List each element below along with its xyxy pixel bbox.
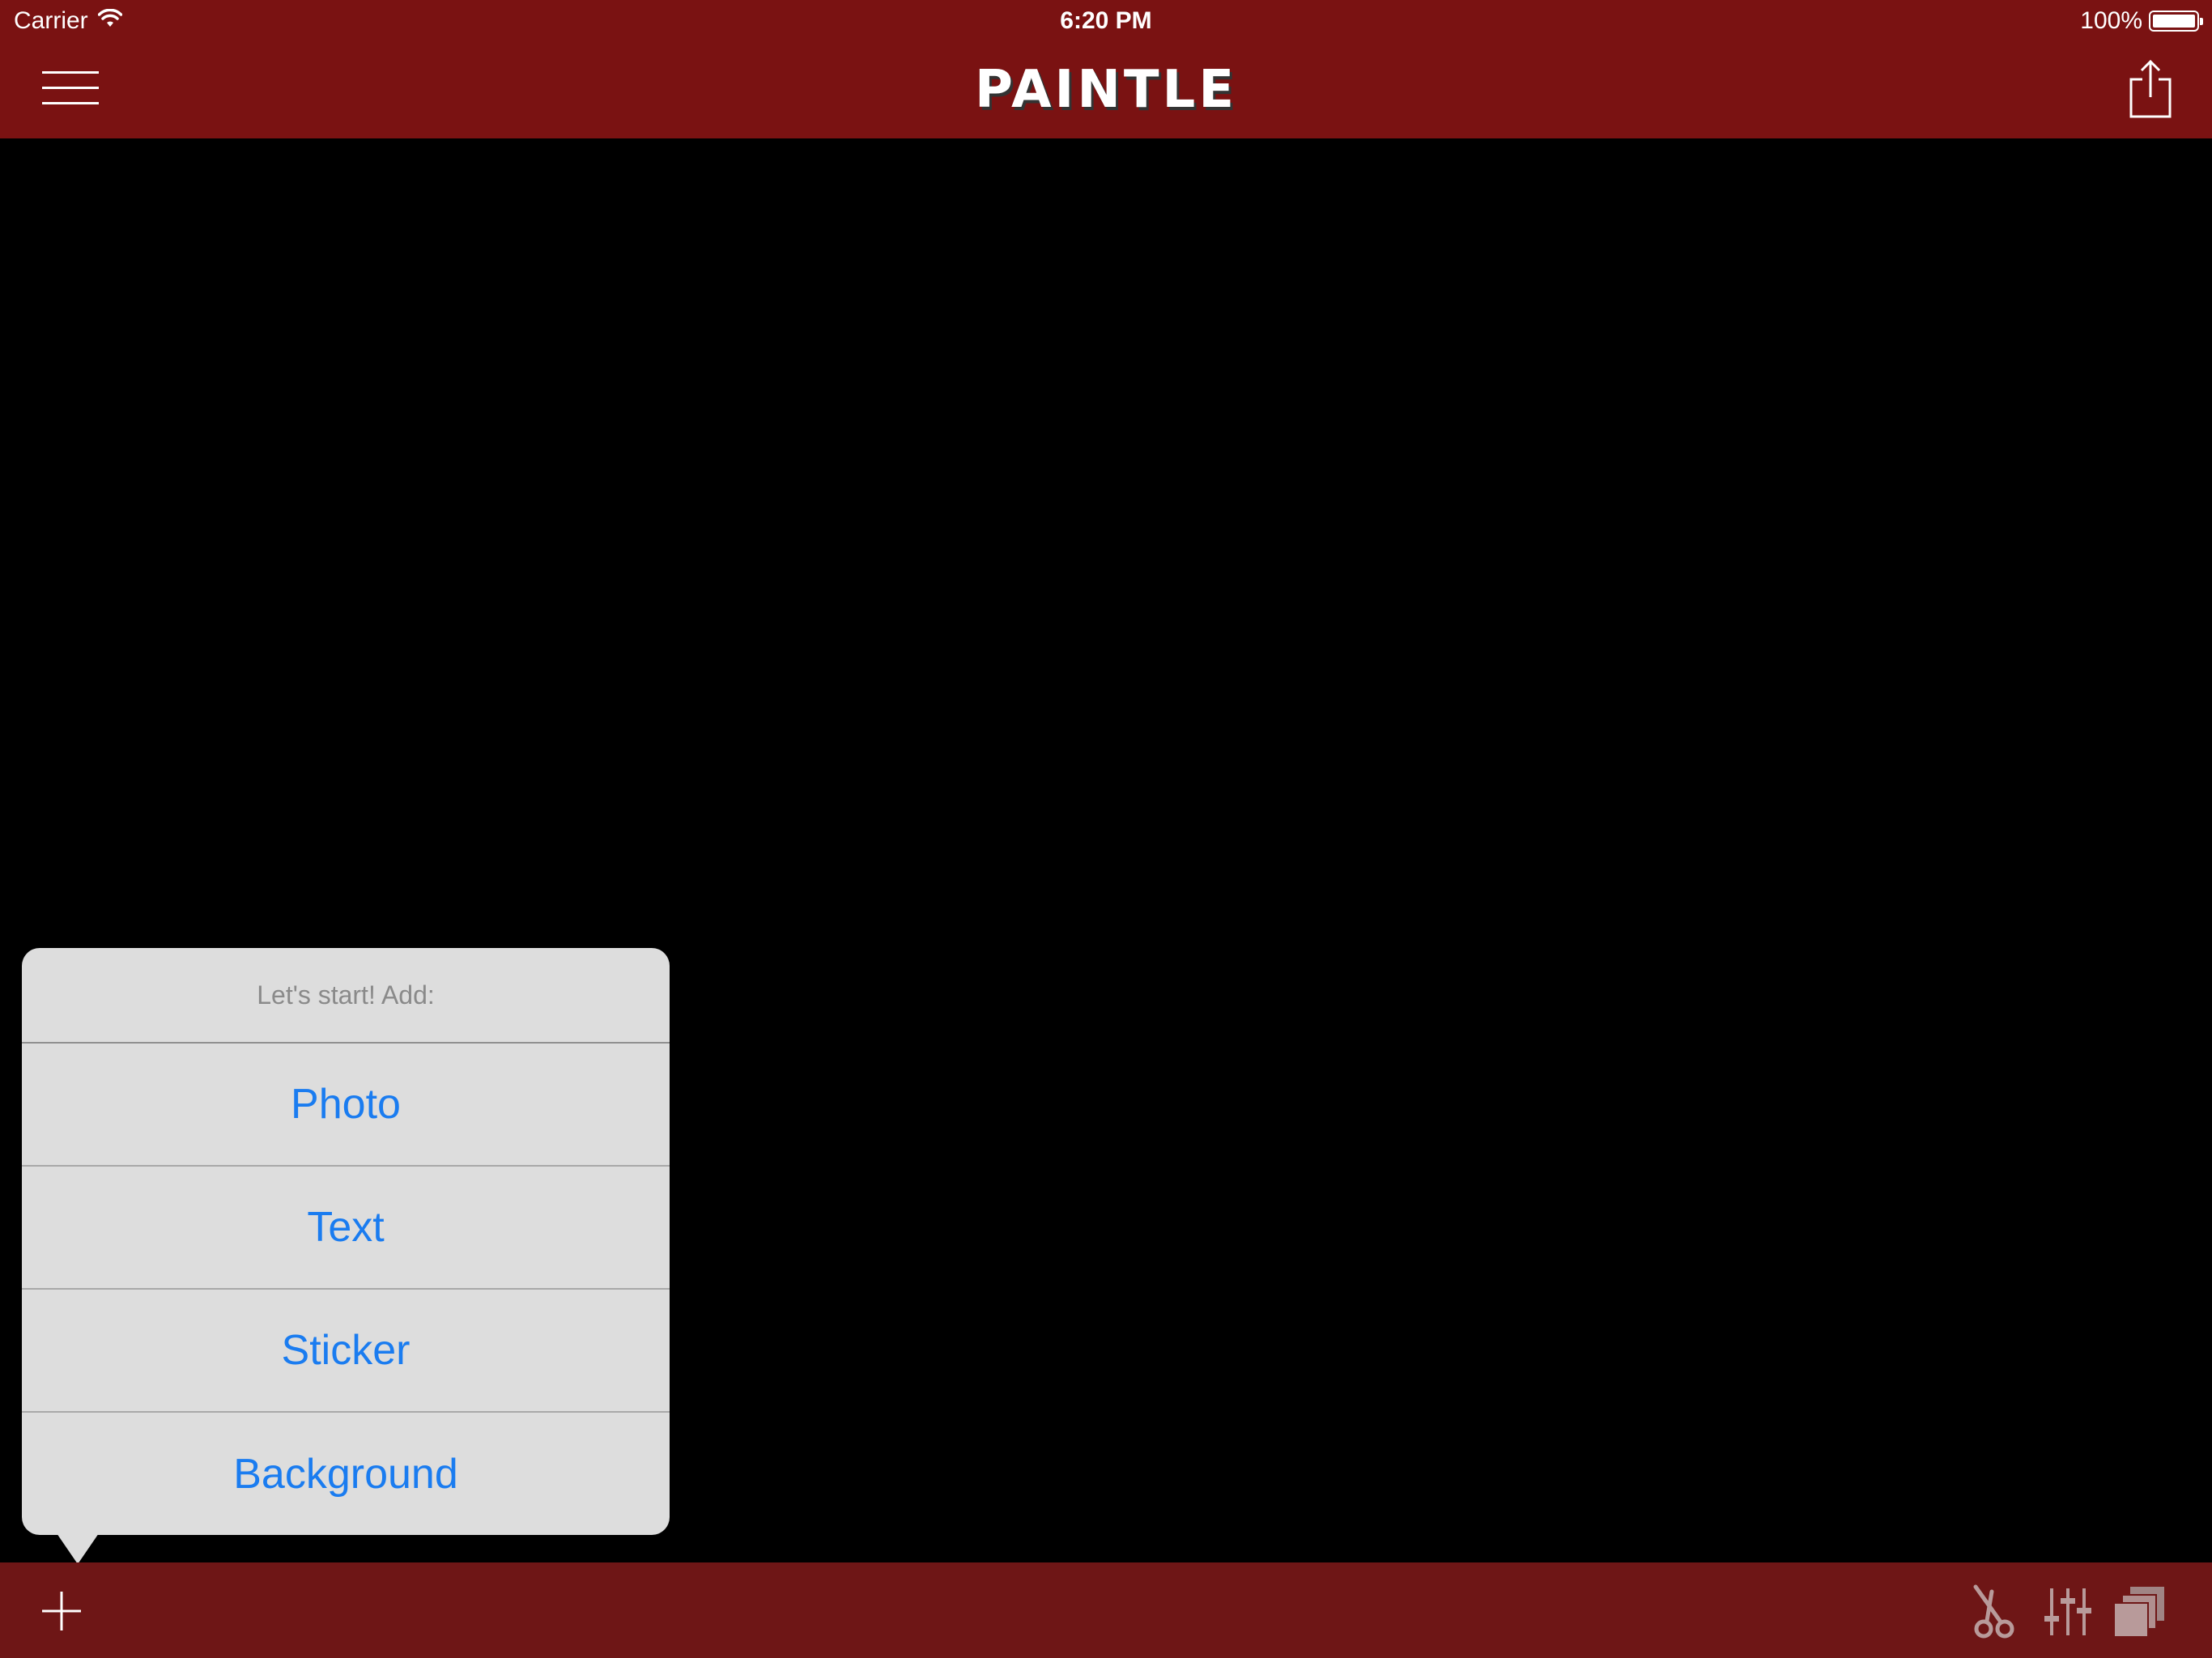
status-bar: Carrier 6:20 PM 100% <box>0 0 2212 44</box>
popover-arrow <box>57 1533 99 1564</box>
add-background-button[interactable]: Background <box>22 1413 670 1536</box>
bottom-toolbar <box>0 1562 2212 1658</box>
layers-button[interactable] <box>2111 1584 2167 1640</box>
battery-icon <box>2149 11 2203 32</box>
add-popover: Let's start! Add: Photo Text Sticker Bac… <box>22 948 670 1535</box>
app-title: PAINTLE <box>974 60 1238 120</box>
status-right: 100% <box>2080 7 2203 35</box>
add-sticker-button[interactable]: Sticker <box>22 1290 670 1413</box>
adjust-button[interactable] <box>2040 1584 2097 1640</box>
add-text-button[interactable]: Text <box>22 1167 670 1290</box>
cut-button[interactable] <box>1967 1584 2024 1640</box>
scissors-icon <box>1973 1584 2014 1639</box>
status-time: 6:20 PM <box>1060 7 1152 34</box>
add-photo-button[interactable]: Photo <box>22 1044 670 1167</box>
battery-percent: 100% <box>2080 7 2142 34</box>
sliders-icon <box>2044 1588 2091 1635</box>
plus-icon <box>42 1592 81 1630</box>
nav-bar: PAINTLE <box>0 44 2212 138</box>
popover-header: Let's start! Add: <box>22 948 670 1044</box>
share-button[interactable] <box>2128 58 2173 120</box>
share-icon <box>2129 59 2172 118</box>
top-bar: Carrier 6:20 PM 100% PAINTLE <box>0 0 2212 138</box>
battery-fill <box>2153 15 2195 28</box>
add-button[interactable] <box>40 1590 83 1632</box>
layers-icon <box>2113 1587 2164 1638</box>
